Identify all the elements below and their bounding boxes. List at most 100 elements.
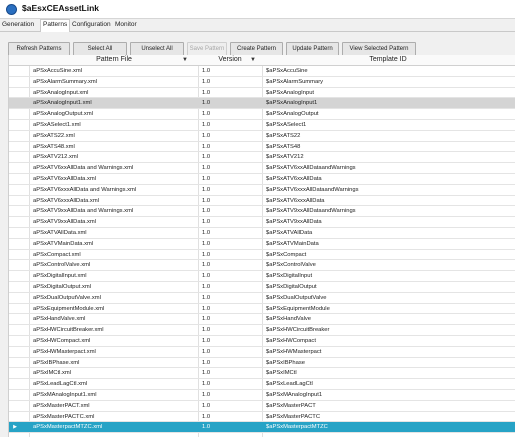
tab-generation[interactable]: Generation	[0, 20, 36, 30]
table-row[interactable]: aPSxAccuSine.xml 1.0 $aPSxAccuSine	[9, 66, 515, 77]
table-row[interactable]: aPSxDigitalInput.xml 1.0 $aPSxDigitalInput	[9, 271, 515, 282]
row-indicator-icon	[9, 88, 21, 98]
table-row[interactable]: aPSxCompact.xml 1.0 $aPSxCompact	[9, 250, 515, 261]
table-row[interactable]: aPSxATV212.xml 1.0 $aPSxATV212	[9, 152, 515, 164]
table-row[interactable]: aPSxEquipmentModule.xml 1.0 $aPSxEquipment…	[9, 304, 515, 315]
row-indicator-icon	[9, 120, 21, 130]
table-row[interactable]: aPSxHWCircuitBreaker.xml 1.0 $aPSxHWCircui…	[9, 325, 515, 336]
table-row[interactable]: aPSxAnalogOutput.xml 1.0 $aPSxAnalogOutput	[9, 109, 515, 120]
table-row[interactable]: aPSxATV6xxxAllData and Warnings.xml 1.0 $a…	[9, 185, 515, 196]
table-row[interactable]: aPSxAnalogInput1.xml 1.0 $aPSxAnalogInput1	[9, 98, 515, 110]
table-row[interactable]: aPSxHWMasterpact.xml 1.0 $aPSxHWMasterpact	[9, 347, 515, 358]
cell-version: 1.0	[202, 305, 211, 312]
update-pattern-button[interactable]: Update Pattern	[286, 42, 339, 56]
table-row[interactable]: aPSxATV9xxAllData and Warnings.xml 1.0 $aP…	[9, 206, 515, 218]
cell-pattern-file: aPSxMasterPACTC.xml	[33, 413, 95, 420]
row-indicator-icon	[9, 325, 21, 335]
cell-pattern-file: aPSxHandValve.xml	[33, 316, 86, 323]
table-row[interactable]: aPSxATS48.xml 1.0 $aPSxATS48	[9, 142, 515, 153]
cell-version: 1.0	[202, 208, 211, 215]
cell-version: 1.0	[202, 219, 211, 226]
cell-version: 1.0	[202, 294, 211, 301]
cell-pattern-file: aPSxAnalogInput.xml	[33, 89, 89, 96]
create-pattern-button[interactable]: Create Pattern	[230, 42, 283, 56]
table-row[interactable]: aPSxATV6xxAllData.xml 1.0 $aPSxATV6xxAllDa…	[9, 174, 515, 185]
cell-pattern-file: aPSxATV212.xml	[33, 154, 78, 161]
cell-pattern-file: aPSxASelect1.xml	[33, 121, 81, 128]
cell-template-id: $aPSxATV6xxxAllDataandWarnings	[266, 186, 359, 193]
row-indicator-icon	[9, 314, 21, 324]
table-row[interactable]: aPSxAnalogInput.xml 1.0 $aPSxAnalogInput	[9, 88, 515, 99]
column-header-pattern-file[interactable]: Pattern File	[30, 55, 198, 65]
table-row[interactable]: aPSxASelect1.xml 1.0 $aPSxASelect1	[9, 120, 515, 131]
cell-version: 1.0	[202, 240, 211, 247]
table-row[interactable]: aPSxIBPhase.xml 1.0 $aPSxIBPhase	[9, 358, 515, 369]
cell-version: 1.0	[202, 111, 211, 118]
cell-template-id: $aPSxCompact	[266, 251, 307, 258]
cell-template-id: $aPSxAccuSine	[266, 68, 308, 74]
cell-pattern-file: aPSxAlarmSummary.xml	[33, 78, 97, 85]
row-indicator-icon	[9, 379, 21, 389]
cell-template-id: $aPSxAlarmSummary	[266, 78, 324, 85]
row-indicator-icon	[9, 271, 21, 281]
select-all-button[interactable]: Select All	[73, 42, 127, 56]
cell-version: 1.0	[202, 78, 211, 85]
cell-version: 1.0	[202, 229, 211, 236]
cell-version: 1.0	[202, 100, 211, 107]
cell-template-id: $aPSxDigitalInput	[266, 273, 313, 280]
cell-version: 1.0	[202, 402, 211, 409]
cell-template-id: $aPSxATS48	[266, 143, 301, 150]
cell-pattern-file: aPSxHWCompact.xml	[33, 337, 91, 344]
table-row[interactable]: aPSxATVMainData.xml 1.0 $aPSxATVMainData	[9, 239, 515, 250]
row-indicator-icon	[9, 304, 21, 314]
table-row[interactable]: aPSxATV6xxAllData and Warnings.xml 1.0 $aP…	[9, 163, 515, 174]
table-row[interactable]: aPSxMasterPACT.xml 1.0 $aPSxMasterPACT	[9, 401, 515, 412]
window-title: $aEsxCEAssetLink	[22, 3, 100, 13]
table-row[interactable]: aPSxIMCtl.xml 1.0 $aPSxIMCtl	[9, 368, 515, 380]
row-indicator-icon	[9, 196, 21, 206]
cell-version: 1.0	[202, 424, 211, 431]
save-pattern-button[interactable]: Save Pattern	[187, 42, 227, 56]
filter-icon[interactable]: ▼	[250, 55, 256, 65]
cell-template-id: $aPSxMAnalogInput1	[266, 391, 323, 398]
pattern-grid[interactable]: Pattern File ▼ Version ▼ Template ID aPS…	[8, 55, 515, 437]
cell-version: 1.0	[202, 413, 211, 420]
view-selected-pattern-button[interactable]: View Selected Pattern	[342, 42, 416, 56]
cell-pattern-file: aPSxHWMasterpact.xml	[33, 348, 96, 355]
table-row[interactable]: aPSxHandValve.xml 1.0 $aPSxHandValve	[9, 314, 515, 326]
cell-pattern-file: aPSxAnalogOutput.xml	[33, 111, 93, 118]
table-row[interactable]: aPSxAlarmSummary.xml 1.0 $aPSxAlarmSummary	[9, 77, 515, 88]
cell-template-id: $aPSxASelect1	[266, 121, 307, 128]
table-row[interactable]: aPSxDualOutputValve.xml 1.0 $aPSxDualOutpu…	[9, 293, 515, 304]
table-row[interactable]: aPSxControlValve.xml 1.0 $aPSxControlValve	[9, 260, 515, 272]
table-row[interactable]: aPSxHWCompact.xml 1.0 $aPSxHWCompact	[9, 336, 515, 347]
unselect-all-button[interactable]: Unselect All	[130, 42, 184, 56]
row-indicator-icon	[9, 401, 21, 411]
cell-pattern-file: aPSxLeadLagCtl.xml	[33, 381, 88, 388]
table-row[interactable]: aPSxMAnalogInput1.xml 1.0 $aPSxMAnalogInpu…	[9, 390, 515, 401]
filter-icon[interactable]: ▼	[182, 55, 188, 65]
table-row[interactable]: aPSxATV6xxxAllData.xml 1.0 $aPSxATV6xxxAll…	[9, 196, 515, 207]
row-indicator-icon	[9, 217, 21, 227]
table-row[interactable]: aPSxDigitalOutput.xml 1.0 $aPSxDigitalOutp…	[9, 282, 515, 293]
cell-version: 1.0	[202, 175, 211, 182]
cell-version: 1.0	[202, 143, 211, 150]
table-row[interactable]: aPSxLeadLagCtl.xml 1.0 $aPSxLeadLagCtl	[9, 379, 515, 390]
tab-configuration[interactable]: Configuration	[70, 20, 113, 30]
cell-template-id: $aPSxHWMasterpact	[266, 348, 322, 355]
cell-template-id: $aPSxHWCompact	[266, 337, 316, 344]
table-row[interactable]: aPSxATV9xxAllData.xml 1.0 $aPSxATV9xxAllDa…	[9, 217, 515, 228]
row-indicator-icon	[9, 206, 21, 216]
cell-pattern-file: aPSxATV9xxAllData.xml	[33, 219, 97, 226]
cell-version: 1.0	[202, 337, 211, 344]
cell-template-id: $aPSxATS22	[266, 132, 301, 139]
row-indicator-icon	[9, 66, 21, 76]
tab-patterns[interactable]: Patterns	[40, 19, 71, 32]
table-row[interactable]: aPSxMasterPACTC.xml 1.0 $aPSxMasterPACTC	[9, 412, 515, 423]
table-row[interactable]: ▶ aPSxMasterpactMTZC.xml 1.0 $aPSxMasterpac…	[9, 422, 515, 434]
table-row[interactable]: aPSxATS22.xml 1.0 $aPSxATS22	[9, 131, 515, 142]
table-row[interactable]: aPSxATVAllData.xml 1.0 $aPSxATVAllData	[9, 228, 515, 239]
column-header-template-id[interactable]: Template ID	[263, 55, 513, 65]
tab-monitor[interactable]: Monitor	[113, 20, 139, 30]
refresh-patterns-button[interactable]: Refresh Patterns	[8, 42, 70, 56]
